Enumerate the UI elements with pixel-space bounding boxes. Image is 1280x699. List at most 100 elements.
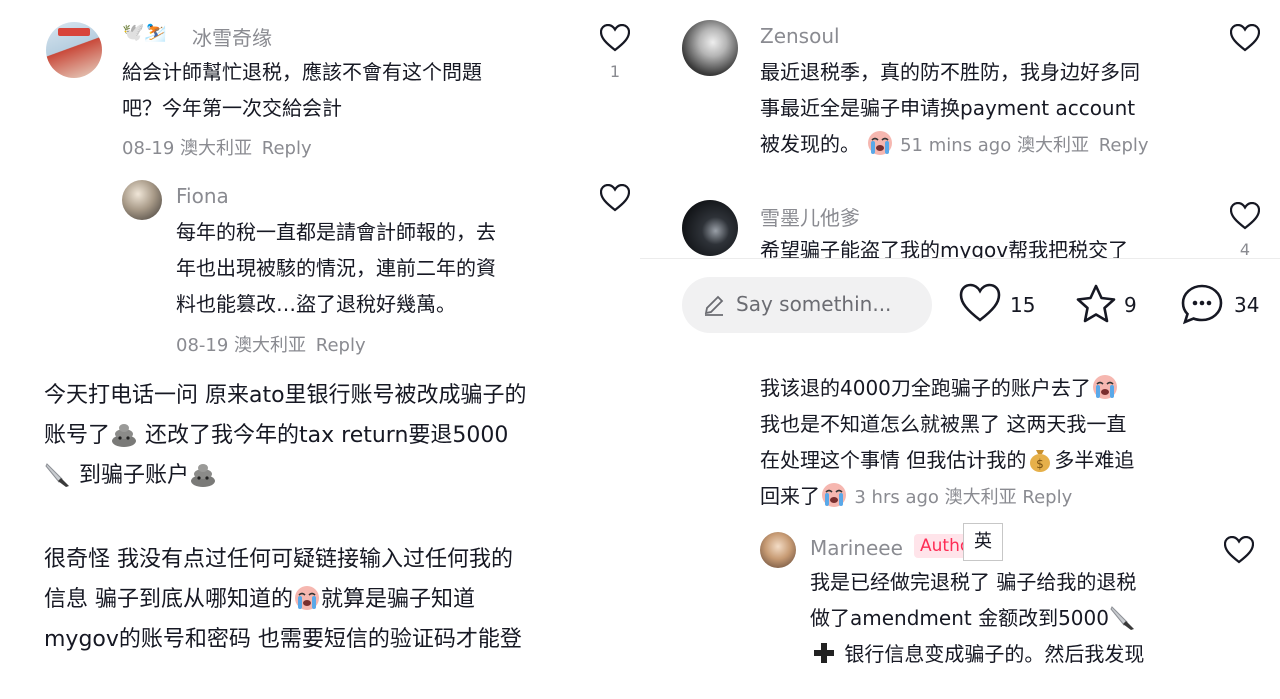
like-count: 1 (609, 62, 621, 81)
post-spacer (44, 496, 634, 540)
post-line: 今天打电话一问 原来ato里银行账号被改成骗子的 (44, 383, 527, 408)
comment-text-span: 被发现的。 (760, 132, 860, 156)
reply-text-line: 每年的稅一直都是請會計師報的，去 (176, 220, 496, 244)
comment-username[interactable]: 雪墨儿他爹 (760, 202, 860, 231)
reply-text-line: 做了amendment 金额改到5000 (810, 600, 1260, 636)
reply-date: 08-19 (176, 335, 229, 356)
svg-text:$: $ (1037, 457, 1045, 471)
comment-text-span: 回来了 (760, 484, 820, 508)
post-text-span: 就算是骗子知道 (321, 587, 476, 612)
comment-icon (1181, 284, 1223, 325)
left-screenshot: 🕊️⛷️ 冰雪奇缘 給会计師幫忙退税，應該不會有这个問題 吧？今年第一次交給会計… (0, 0, 640, 699)
reply-button[interactable]: Reply (262, 138, 312, 159)
comment-input-placeholder: Say somethin... (736, 292, 892, 316)
comment-meta: 08-19 澳大利亚 Reply (122, 134, 312, 160)
comment-location: 澳大利亚 (944, 487, 1017, 508)
comment-text-line: 被发现的。 51 mins ago 澳大利亚 Reply (760, 126, 1220, 164)
reply-username[interactable]: Marineee (810, 536, 903, 560)
comment-text-line: 在处理这个事情 但我估计我的 $ 多半难追 (760, 442, 1260, 478)
reply-button[interactable]: Reply (1022, 487, 1072, 508)
translate-button[interactable]: 英 (963, 523, 1003, 561)
divider (640, 258, 1280, 259)
comment-time: 3 hrs ago (854, 487, 939, 508)
comment-text-line: 我也是不知道怎么就被黑了 这两天我一直 (760, 412, 1127, 436)
poop-emoji (191, 464, 216, 487)
reply-username[interactable]: Fiona (176, 184, 229, 208)
post-line: 账号了 还改了我今年的tax return要退5000 (44, 416, 634, 456)
right-screenshot: Zensoul 最近退税季，真的防不胜防，我身边好多同 事最近全是骗子申请换pa… (640, 0, 1280, 699)
favorite-action[interactable]: 9 (1074, 283, 1144, 327)
comment-text-span: 多半难追 (1054, 448, 1135, 472)
comment-text: 我该退的4000刀全跑骗子的账户去了 我也是不知道怎么就被黑了 这两天我一直 在… (760, 370, 1260, 516)
comment-text-span: 我该退的4000刀全跑骗子的账户去了 (760, 376, 1091, 400)
post-line: 到骗子账户 (44, 456, 634, 496)
reply-text: 每年的稅一直都是請會計師報的，去 年也出現被駭的情況，連前二年的資 料也能篡改…… (176, 214, 596, 322)
reply-text-line: 年也出現被駭的情況，連前二年的資 (176, 256, 496, 280)
reply-text-span: 银行信息变成骗子的。然后我发现 (844, 642, 1145, 666)
comment-count: 34 (1234, 293, 1260, 317)
crying-emoji (868, 131, 893, 155)
comment-username[interactable]: 冰雪奇缘 (192, 22, 272, 51)
avatar-marineee[interactable] (760, 532, 796, 568)
crying-emoji (822, 483, 846, 507)
post-text-span: 信息 骗子到底从哪知道的 (44, 587, 293, 612)
post-line: mygov的账号和密码 也需要短信的验证码才能登 (44, 627, 522, 652)
poop-emoji (112, 424, 137, 447)
reply-location: 澳大利亚 (234, 335, 307, 356)
knife-emoji (1110, 606, 1134, 630)
heart-icon[interactable] (1230, 24, 1260, 52)
heart-icon[interactable] (1224, 536, 1254, 564)
avatar-binxue[interactable] (46, 22, 102, 78)
comment-username-emojis: 🕊️⛷️ (122, 22, 167, 43)
post-text-span: 还改了我今年的tax return要退5000 (145, 423, 509, 448)
comment-username[interactable]: Zensoul (760, 24, 840, 48)
moneybag-emoji: $ (1030, 450, 1051, 472)
comment-action[interactable]: 34 (1180, 283, 1274, 327)
comment-text-line: 回来了 3 hrs ago 澳大利亚 Reply (760, 478, 1260, 516)
heart-icon[interactable] (1230, 202, 1260, 230)
comment-input[interactable]: Say somethin... (682, 277, 932, 333)
favorite-count: 9 (1124, 293, 1137, 317)
heart-icon[interactable] (600, 24, 630, 52)
post-text-span: 账号了 (44, 423, 111, 448)
comment-text-line: 吧？今年第一次交給会計 (122, 96, 342, 120)
like-action[interactable]: 15 (958, 283, 1038, 327)
reply-text-span: 做了amendment 金额改到5000 (810, 606, 1109, 630)
knife-emoji (45, 463, 69, 487)
reply-meta: 08-19 澳大利亚 Reply (176, 331, 366, 357)
reply-text-line: 银行信息变成骗子的。然后我发现 (810, 636, 1260, 672)
comment-location: 澳大利亚 (1016, 135, 1089, 156)
reply-text-line: 料也能篡改…盜了退稅好幾萬。 (176, 292, 456, 316)
comment-time: 51 mins ago (900, 135, 1012, 156)
plus-emoji (814, 643, 834, 663)
heart-icon[interactable] (600, 184, 630, 212)
comment-text: 最近退税季，真的防不胜防，我身边好多同 事最近全是骗子申请换payment ac… (760, 54, 1220, 164)
post-line: 很奇怪 我没有点过任何可疑链接输入过任何我的 (44, 547, 513, 572)
comment-meta: 51 mins ago 澳大利亚 Reply (866, 131, 1149, 156)
crying-emoji (295, 586, 319, 610)
avatar-xuemo[interactable] (682, 200, 738, 256)
comment-text-line: 最近退税季，真的防不胜防，我身边好多同 (760, 60, 1140, 84)
reply-button[interactable]: Reply (1099, 135, 1149, 156)
avatar-zensoul[interactable] (682, 20, 738, 76)
star-icon (1076, 284, 1116, 323)
comment-text: 給会计師幫忙退税，應該不會有这个問題 吧？今年第一次交給会計 (122, 54, 592, 126)
post-text: 今天打电话一问 原来ato里银行账号被改成骗子的 账号了 还改了我今年的tax … (44, 376, 634, 660)
comment-date: 08-19 (122, 138, 175, 159)
heart-icon (959, 283, 1001, 322)
avatar-fiona[interactable] (122, 180, 162, 220)
reply-text: 我是已经做完退税了 骗子给我的退税 做了amendment 金额改到5000 银… (810, 564, 1260, 672)
reply-button[interactable]: Reply (316, 335, 366, 356)
post-line: 信息 骗子到底从哪知道的 就算是骗子知道 (44, 580, 634, 620)
comment-text-line: 給会计師幫忙退税，應該不會有这个問題 (122, 60, 482, 84)
pencil-icon (704, 295, 724, 316)
crying-emoji (1092, 375, 1117, 399)
comment-text-line: 我该退的4000刀全跑骗子的账户去了 (760, 370, 1260, 406)
post-text-span: 到骗子账户 (79, 463, 190, 488)
like-count: 4 (1239, 240, 1251, 259)
comment-meta: 3 hrs ago 澳大利亚 Reply (854, 487, 1072, 508)
comment-text-line: 事最近全是骗子申请换payment account (760, 96, 1136, 120)
comment-text-span: 在处理这个事情 但我估计我的 (760, 448, 1027, 472)
reply-text-line: 我是已经做完退税了 骗子给我的退税 (810, 570, 1137, 594)
like-count: 15 (1010, 293, 1036, 317)
